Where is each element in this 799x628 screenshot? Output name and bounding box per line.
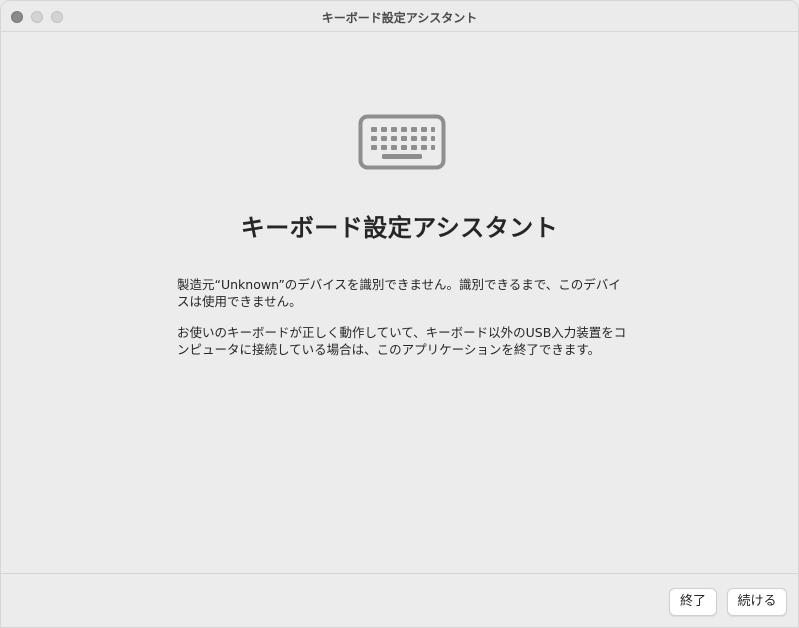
page-title: キーボード設定アシスタント — [240, 214, 559, 242]
title-bar[interactable]: キーボード設定アシスタント — [1, 1, 798, 32]
window-title: キーボード設定アシスタント — [321, 11, 478, 25]
unidentified-device-message: 製造元“Unknown”のデバイスを識別できません。識別できるまで、このデバイス… — [177, 277, 621, 309]
keyboard-setup-assistant-window: キーボード設定アシスタント キーボード設定アシスタント 製造元“Unknown”… — [0, 0, 799, 628]
footer-divider — [1, 573, 798, 574]
continue-button[interactable]: 続ける — [727, 588, 787, 616]
quit-instruction-message: お使いのキーボードが正しく動作していて、キーボード以外のUSB入力装置をコンピュ… — [177, 325, 627, 357]
keyboard-icon — [358, 114, 446, 170]
quit-button[interactable]: 終了 — [669, 588, 717, 616]
